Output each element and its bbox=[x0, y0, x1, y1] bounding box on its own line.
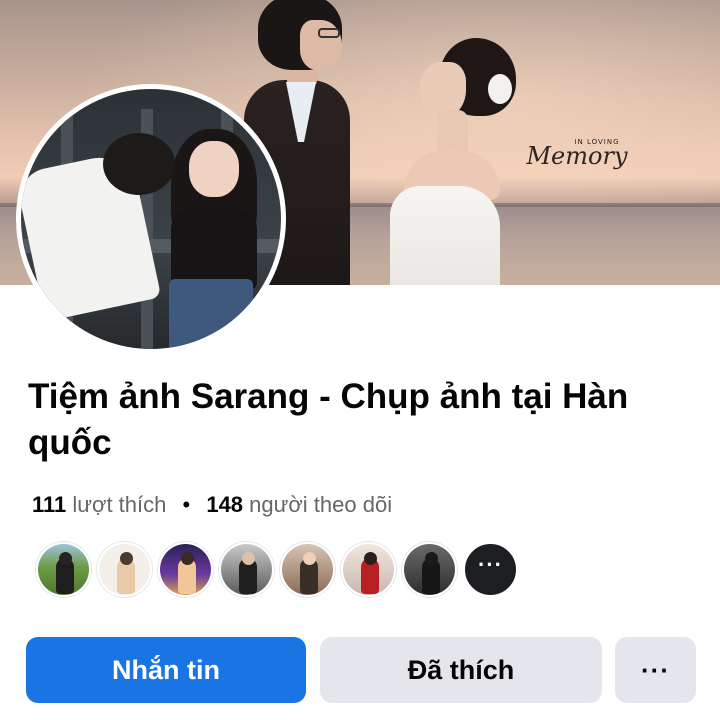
likes-count[interactable]: 111 bbox=[32, 492, 66, 517]
follower-avatar[interactable] bbox=[36, 542, 91, 597]
liked-button[interactable]: Đã thích bbox=[320, 637, 602, 703]
follower-avatar[interactable] bbox=[219, 542, 274, 597]
follower-avatar[interactable] bbox=[280, 542, 335, 597]
follower-avatar[interactable] bbox=[341, 542, 396, 597]
stats-separator: • bbox=[182, 492, 191, 517]
page-stats: 111 lượt thích • 148 người theo dõi bbox=[32, 492, 392, 518]
more-followers-button[interactable]: ··· bbox=[463, 542, 518, 597]
followers-label[interactable]: người theo dõi bbox=[249, 492, 392, 517]
profile-avatar[interactable] bbox=[16, 84, 286, 354]
page-title: Tiệm ảnh Sarang - Chụp ảnh tại Hàn quốc bbox=[28, 377, 629, 462]
followers-count[interactable]: 148 bbox=[206, 492, 243, 517]
follower-avatar[interactable] bbox=[97, 542, 152, 597]
likes-label[interactable]: lượt thích bbox=[72, 492, 166, 517]
follower-avatar[interactable] bbox=[158, 542, 213, 597]
follower-avatar[interactable] bbox=[402, 542, 457, 597]
facebook-page-profile: IN LOVING Memory Tiệm ảnh Sarang - Chụp … bbox=[0, 0, 720, 720]
message-button[interactable]: Nhắn tin bbox=[26, 637, 306, 703]
cover-watermark: IN LOVING Memory bbox=[526, 138, 628, 170]
more-options-button[interactable]: ··· bbox=[615, 637, 696, 703]
